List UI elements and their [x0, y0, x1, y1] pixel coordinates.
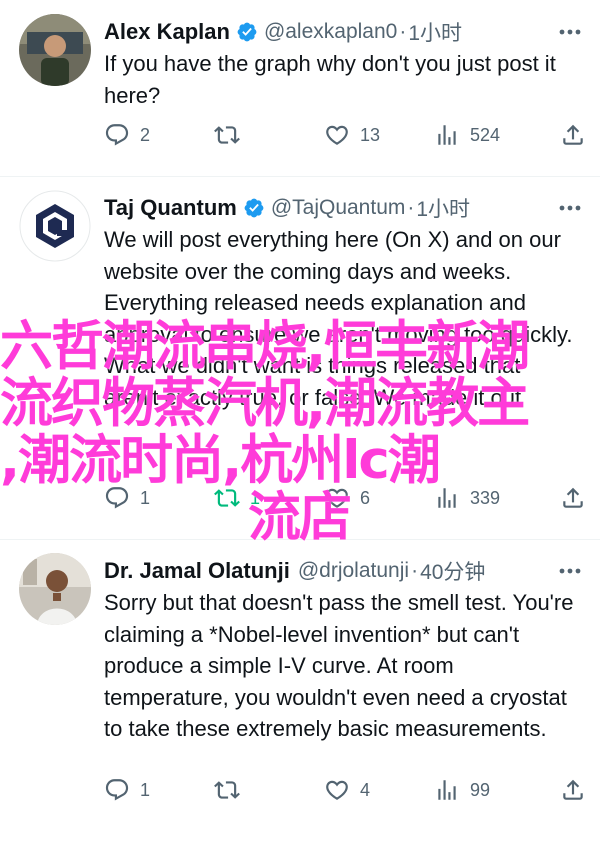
reply-button[interactable]: 1: [104, 777, 150, 803]
views-count: 339: [470, 487, 501, 508]
share-button[interactable]: [560, 485, 586, 511]
verified-badge-icon: [244, 198, 264, 218]
share-icon: [563, 779, 583, 800]
reply-icon: [105, 779, 129, 801]
share-button[interactable]: [560, 122, 586, 148]
views-icon: [438, 780, 456, 800]
like-count: 6: [360, 487, 371, 508]
avatar[interactable]: [19, 14, 91, 86]
share-icon: [563, 487, 583, 508]
views-icon: [438, 488, 456, 508]
timestamp[interactable]: 40分钟: [420, 556, 485, 586]
tweet-text: Sorry but that doesn't pass the smell te…: [104, 590, 574, 741]
reply-count: 1: [140, 779, 151, 800]
separator-dot: ·: [411, 559, 419, 582]
separator-dot: ·: [407, 196, 415, 219]
action-bar: 2 13 524: [104, 118, 586, 152]
display-name[interactable]: Dr. Jamal Olatunji: [104, 558, 290, 584]
more-icon[interactable]: [556, 561, 584, 581]
reply-count: 1: [140, 487, 151, 508]
tweet[interactable]: Dr. Jamal Olatunji @drjolatunji · 40分钟 S…: [0, 539, 600, 847]
avatar[interactable]: [19, 553, 91, 625]
tweet-header: Taj Quantum @TajQuantum · 1小时: [104, 190, 540, 226]
timestamp[interactable]: 1小时: [416, 193, 470, 223]
share-button[interactable]: [560, 777, 586, 803]
action-bar: 1 4 99: [104, 773, 586, 807]
separator-dot: ·: [399, 20, 407, 43]
heart-icon: [326, 488, 348, 508]
retweet-icon: [214, 126, 240, 144]
like-button[interactable]: 4: [324, 777, 370, 803]
retweet-icon: [214, 781, 240, 799]
reply-button[interactable]: 2: [104, 122, 150, 148]
views-count: 524: [470, 124, 501, 145]
tweet[interactable]: Alex Kaplan @alexkaplan0 · 1小时 If you ha…: [0, 0, 600, 176]
tweet-text: If you have the graph why don't you just…: [104, 51, 556, 108]
views-button[interactable]: 524: [434, 122, 500, 148]
like-count: 13: [360, 124, 381, 145]
more-icon[interactable]: [556, 198, 584, 218]
reply-icon: [105, 487, 129, 509]
share-icon: [563, 124, 583, 145]
user-handle[interactable]: @alexkaplan0: [264, 20, 397, 44]
heart-icon: [326, 780, 348, 800]
reply-icon: [105, 124, 129, 146]
timestamp[interactable]: 1小时: [408, 17, 462, 47]
reply-button[interactable]: 1: [104, 485, 150, 511]
retweet-icon: [214, 489, 240, 507]
display-name[interactable]: Alex Kaplan: [104, 19, 230, 45]
views-button[interactable]: 339: [434, 485, 500, 511]
heart-icon: [326, 125, 348, 145]
user-handle[interactable]: @TajQuantum: [271, 196, 406, 220]
user-handle[interactable]: @drjolatunji: [298, 559, 409, 583]
reply-count: 2: [140, 124, 151, 145]
tweet-header: Alex Kaplan @alexkaplan0 · 1小时: [104, 14, 540, 50]
views-button[interactable]: 99: [434, 777, 490, 803]
retweet-button[interactable]: [214, 122, 240, 148]
avatar[interactable]: [19, 190, 91, 262]
views-count: 99: [470, 779, 491, 800]
more-icon[interactable]: [556, 22, 584, 42]
like-button[interactable]: 13: [324, 122, 380, 148]
tweet-text: We will post everything here (On X) and …: [104, 227, 573, 410]
retweet-button[interactable]: 1: [214, 485, 260, 511]
tweet[interactable]: Taj Quantum @TajQuantum · 1小时 We will po…: [0, 176, 600, 539]
like-button[interactable]: 6: [324, 485, 370, 511]
tweet-header: Dr. Jamal Olatunji @drjolatunji · 40分钟: [104, 553, 540, 589]
retweet-count: 1: [250, 487, 261, 508]
like-count: 4: [360, 779, 371, 800]
retweet-button[interactable]: [214, 777, 240, 803]
action-bar: 1 1 6 339: [104, 481, 586, 515]
verified-badge-icon: [237, 22, 257, 42]
display-name[interactable]: Taj Quantum: [104, 195, 237, 221]
views-icon: [438, 125, 456, 145]
